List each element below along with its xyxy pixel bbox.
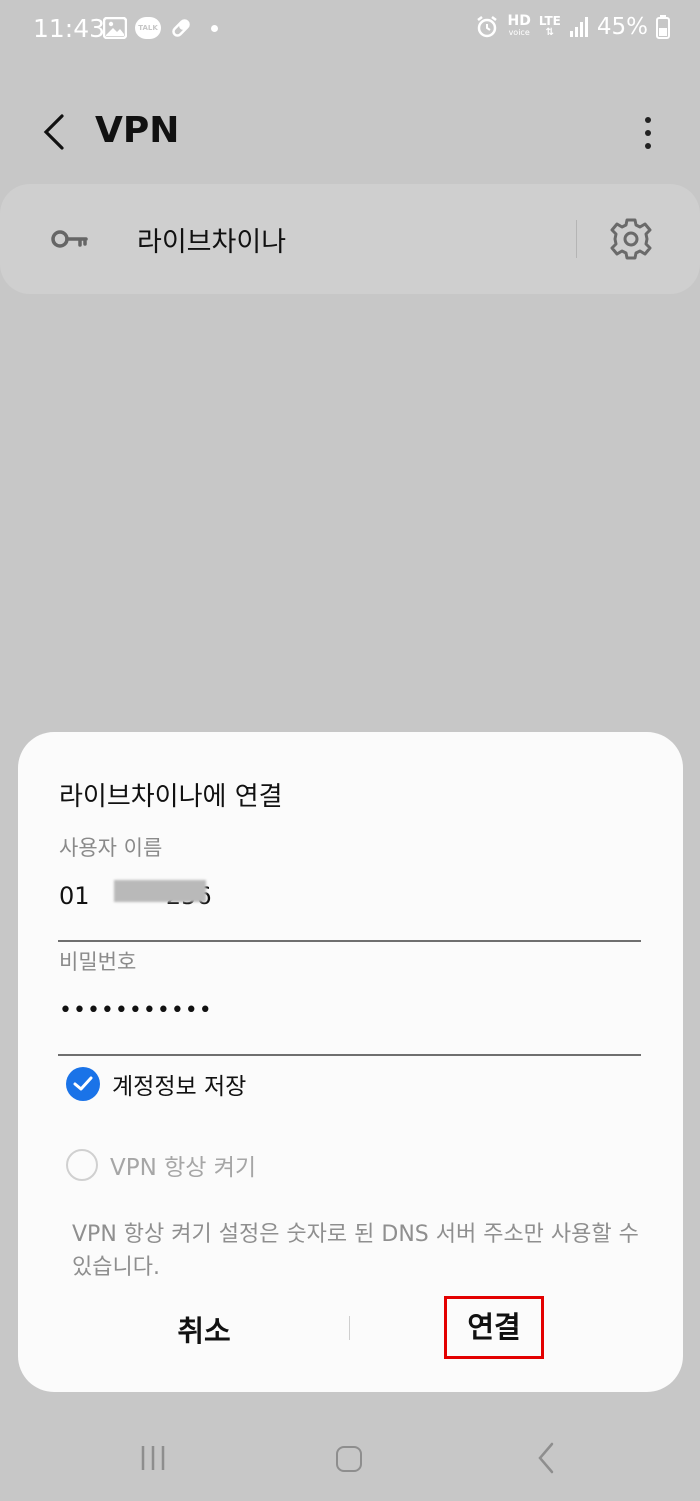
- connect-button[interactable]: 연결: [444, 1296, 544, 1359]
- app-header: VPN: [0, 90, 700, 180]
- talk-icon-label: TALK: [138, 24, 158, 32]
- lte-arrows-icon: ⇅: [545, 27, 555, 38]
- pill-icon: [172, 19, 190, 37]
- save-account-checkbox[interactable]: [66, 1067, 100, 1101]
- lte-badge: LTE ⇅: [538, 14, 561, 38]
- status-left-icons: TALK: [103, 16, 218, 40]
- status-bar: 11:43 TALK HD voice LTE ⇅ 45%: [0, 0, 700, 62]
- always-on-checkbox-row: VPN 항상 켜기: [66, 1148, 256, 1182]
- always-on-checkbox: [66, 1149, 98, 1181]
- vpn-item-divider: [576, 220, 577, 258]
- recent-apps-icon[interactable]: [140, 1444, 168, 1472]
- checkmark-icon: [73, 1076, 93, 1091]
- always-on-label: VPN 항상 켜기: [110, 1155, 257, 1181]
- save-account-label: 계정정보 저장: [112, 1074, 247, 1100]
- voice-label: voice: [508, 28, 530, 37]
- connect-dialog: 라이브차이나에 연결 사용자 이름 01 256 비밀번호 ••••••••••…: [18, 732, 683, 1392]
- key-icon: [51, 230, 88, 248]
- signal-icon: [569, 17, 588, 37]
- username-redaction: [114, 880, 206, 902]
- battery-percent: 45%: [596, 14, 648, 40]
- status-right-icons: HD voice LTE ⇅ 45%: [475, 14, 670, 40]
- gallery-icon: [103, 17, 127, 39]
- nav-back-icon[interactable]: [536, 1442, 556, 1474]
- hd-label: HD: [507, 13, 531, 29]
- status-time: 11:43: [33, 14, 106, 43]
- vpn-name: 라이브차이나: [137, 227, 287, 258]
- navigation-bar: [0, 1410, 700, 1501]
- lte-label: LTE: [538, 14, 561, 28]
- more-vertical-icon: [645, 117, 651, 149]
- always-on-note: VPN 항상 켜기 설정은 숫자로 된 DNS 서버 주소만 사용할 수 있습니…: [72, 1222, 639, 1280]
- alarm-icon: [477, 16, 498, 38]
- gear-icon[interactable]: [608, 216, 654, 262]
- dialog-title: 라이브차이나에 연결: [59, 782, 283, 812]
- chevron-left-icon: [43, 114, 64, 150]
- hd-voice-badge: HD voice: [507, 13, 531, 38]
- more-options-button[interactable]: [638, 114, 658, 154]
- username-underline: [58, 940, 641, 942]
- page-title: VPN: [95, 110, 180, 151]
- password-field[interactable]: •••••••••••: [59, 998, 213, 1023]
- password-label: 비밀번호: [59, 950, 137, 974]
- cancel-button[interactable]: 취소: [148, 1308, 260, 1350]
- save-account-checkbox-row[interactable]: 계정정보 저장: [66, 1067, 246, 1101]
- battery-icon: [656, 15, 670, 39]
- password-underline: [58, 1054, 641, 1056]
- talk-icon: TALK: [135, 17, 161, 39]
- dot-icon: [211, 24, 218, 32]
- dialog-button-divider: [349, 1316, 350, 1340]
- vpn-list-item[interactable]: 라이브차이나: [0, 184, 700, 294]
- home-icon[interactable]: [336, 1446, 362, 1472]
- back-button[interactable]: [38, 110, 72, 154]
- username-label: 사용자 이름: [59, 836, 163, 860]
